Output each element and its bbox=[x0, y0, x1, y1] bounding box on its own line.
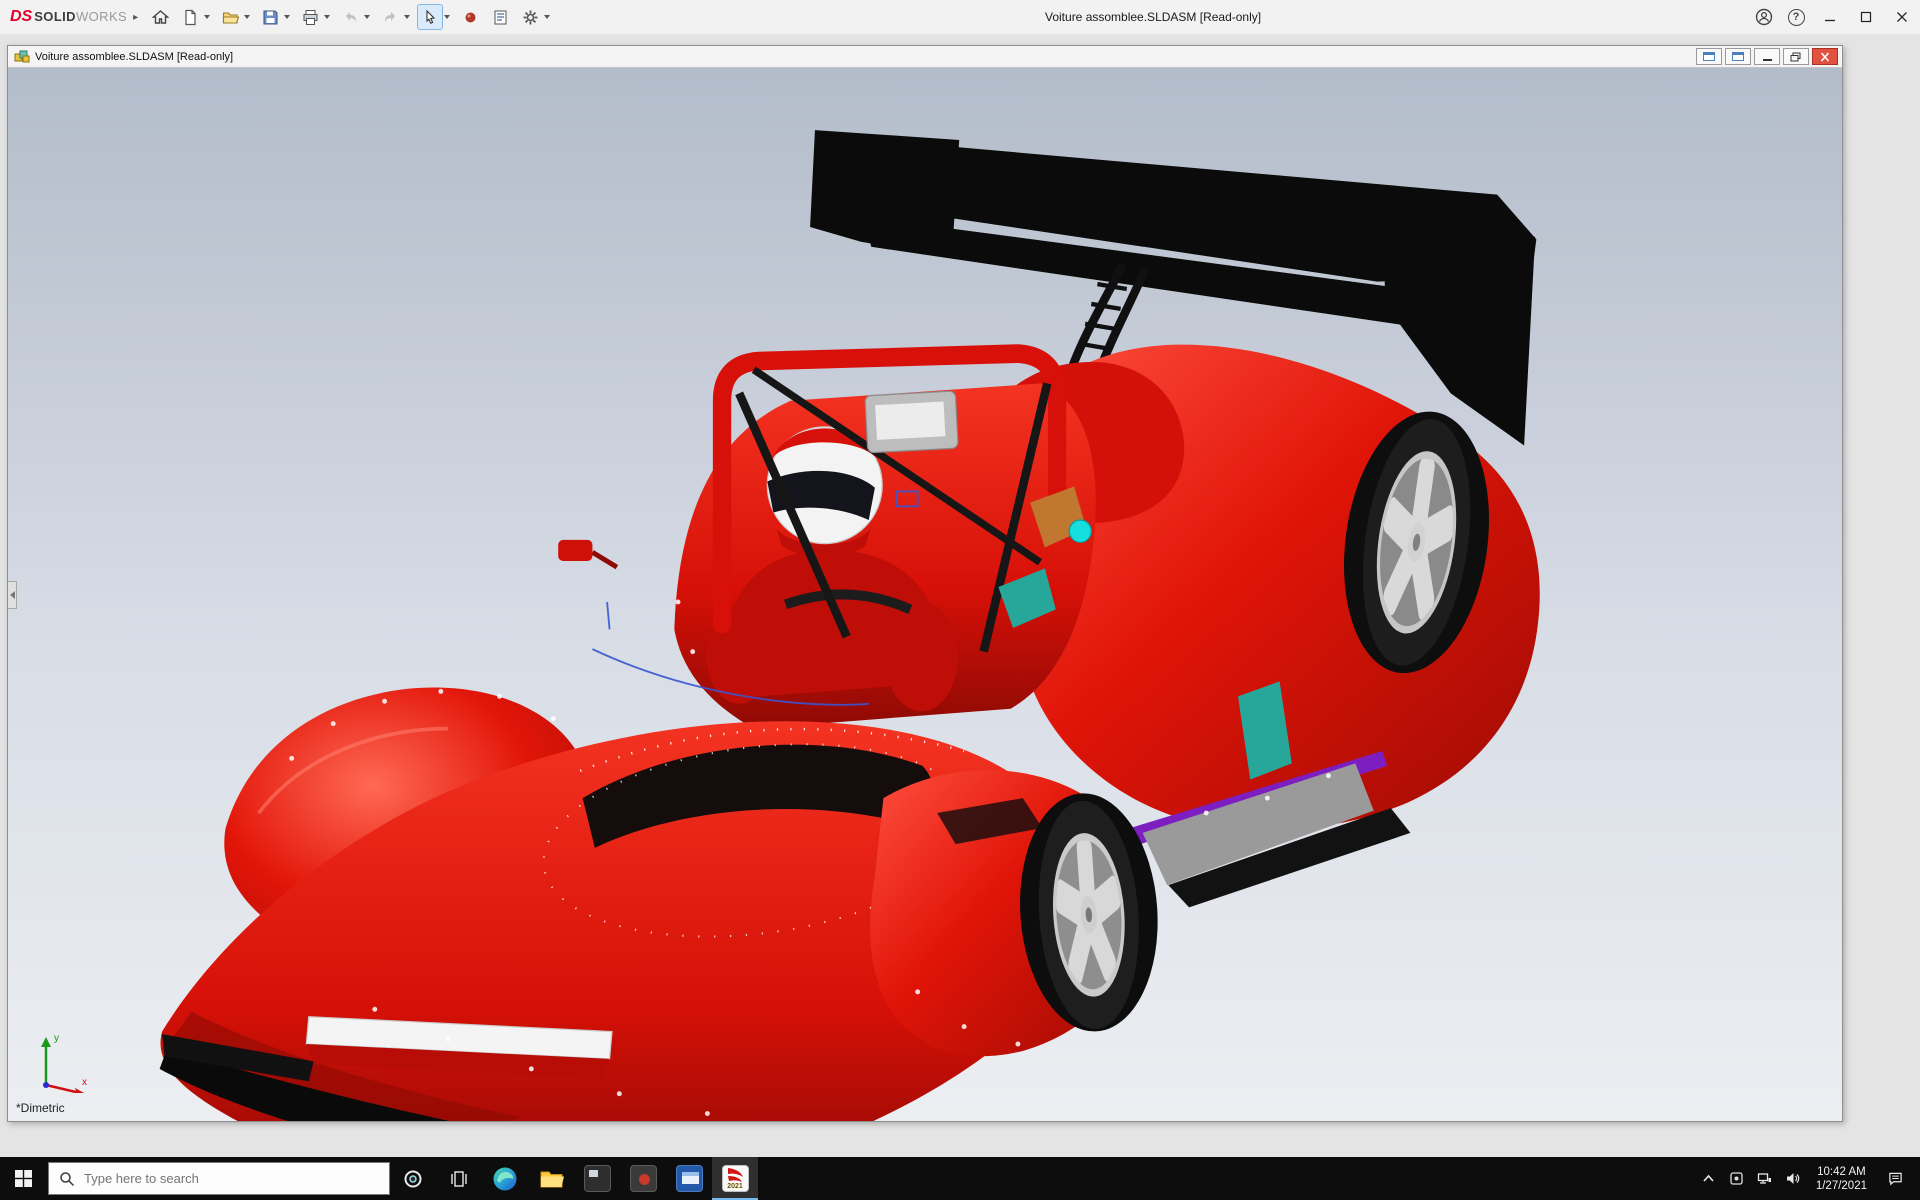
titlebar-controls: ? bbox=[1748, 0, 1920, 34]
solidworks-version-badge: 2021 bbox=[723, 1183, 748, 1191]
menu-expander-icon[interactable]: ▸ bbox=[133, 12, 138, 23]
clock-time: 10:42 AM bbox=[1816, 1165, 1867, 1179]
account-icon[interactable] bbox=[1748, 0, 1780, 34]
new-document-button[interactable] bbox=[178, 5, 202, 29]
volume-icon[interactable] bbox=[1779, 1157, 1807, 1200]
hidden-icons-chevron[interactable] bbox=[1695, 1157, 1723, 1200]
window-layout-button-1[interactable] bbox=[1696, 48, 1722, 65]
save-button[interactable] bbox=[258, 5, 282, 29]
viewport-3d[interactable]: y x *Dimetric bbox=[8, 68, 1842, 1121]
solidworks-app: DS SOLID WORKS ▸ bbox=[0, 0, 1920, 1200]
model-scene[interactable] bbox=[8, 68, 1842, 1121]
home-button[interactable] bbox=[148, 5, 172, 29]
search-icon bbox=[59, 1171, 75, 1187]
redo-button[interactable] bbox=[378, 5, 402, 29]
print-button[interactable] bbox=[298, 5, 322, 29]
doc-restore-button[interactable] bbox=[1783, 48, 1809, 65]
window-layout-button-2[interactable] bbox=[1725, 48, 1751, 65]
cortana-button[interactable] bbox=[390, 1157, 436, 1200]
app-titlebar: DS SOLID WORKS ▸ bbox=[0, 0, 1920, 34]
triad-x-label: x bbox=[82, 1077, 87, 1088]
help-icon[interactable]: ? bbox=[1780, 0, 1812, 34]
document-window: Voiture assomblee.SLDASM [Read-only] bbox=[7, 45, 1843, 1122]
workspace-background: Voiture assomblee.SLDASM [Read-only] bbox=[0, 34, 1920, 1157]
save-dropdown-icon[interactable] bbox=[282, 5, 292, 29]
solidworks-logo: DS SOLID WORKS bbox=[0, 8, 127, 26]
mouse-gesture-icon[interactable] bbox=[458, 5, 482, 29]
taskbar-clock[interactable]: 10:42 AM 1/27/2021 bbox=[1807, 1165, 1876, 1193]
select-dropdown-icon[interactable] bbox=[442, 5, 452, 29]
select-button[interactable] bbox=[418, 5, 442, 29]
undo-dropdown-icon[interactable] bbox=[362, 5, 372, 29]
assembly-icon bbox=[14, 49, 30, 64]
orientation-triad[interactable]: y x bbox=[26, 1027, 96, 1093]
start-button[interactable] bbox=[0, 1157, 46, 1200]
panel-collapse-handle[interactable] bbox=[8, 581, 17, 609]
rearview-mirror bbox=[865, 391, 958, 453]
logo-works-text: WORKS bbox=[76, 9, 127, 24]
quick-access-toolbar bbox=[148, 5, 558, 29]
print-dropdown-icon[interactable] bbox=[322, 5, 332, 29]
document-title: Voiture assomblee.SLDASM [Read-only] bbox=[35, 51, 1693, 63]
options-dropdown-icon[interactable] bbox=[542, 5, 552, 29]
doc-minimize-button[interactable] bbox=[1754, 48, 1780, 65]
task-view-button[interactable] bbox=[436, 1157, 482, 1200]
tray-app-icon[interactable] bbox=[1723, 1157, 1751, 1200]
edge-icon[interactable] bbox=[482, 1157, 528, 1200]
document-titlebar[interactable]: Voiture assomblee.SLDASM [Read-only] bbox=[8, 46, 1842, 68]
new-document-dropdown-icon[interactable] bbox=[202, 5, 212, 29]
taskbar-search[interactable] bbox=[48, 1162, 390, 1195]
open-button[interactable] bbox=[218, 5, 242, 29]
pinned-app-2[interactable] bbox=[620, 1157, 666, 1200]
solidworks-taskbar-icon[interactable]: 2021 bbox=[712, 1157, 758, 1200]
clock-date: 1/27/2021 bbox=[1816, 1179, 1867, 1193]
close-button[interactable] bbox=[1884, 0, 1920, 34]
system-tray: 10:42 AM 1/27/2021 bbox=[1695, 1157, 1920, 1200]
minimize-button[interactable] bbox=[1812, 0, 1848, 34]
ds-logo-icon: DS bbox=[10, 8, 32, 26]
cyan-marker bbox=[1069, 520, 1091, 542]
network-icon[interactable] bbox=[1751, 1157, 1779, 1200]
notifications-icon[interactable] bbox=[1876, 1157, 1914, 1200]
triad-y-label: y bbox=[54, 1033, 59, 1044]
undo-button[interactable] bbox=[338, 5, 362, 29]
pinned-app-3[interactable] bbox=[666, 1157, 712, 1200]
file-explorer-icon[interactable] bbox=[528, 1157, 574, 1200]
options-gear-button[interactable] bbox=[518, 5, 542, 29]
doc-close-button[interactable] bbox=[1812, 48, 1838, 65]
view-orientation-label: *Dimetric bbox=[16, 1101, 65, 1115]
logo-solid-text: SOLID bbox=[34, 9, 76, 24]
open-dropdown-icon[interactable] bbox=[242, 5, 252, 29]
windows-taskbar: 2021 10:42 AM 1/27/2021 bbox=[0, 1157, 1920, 1200]
properties-button[interactable] bbox=[488, 5, 512, 29]
maximize-button[interactable] bbox=[1848, 0, 1884, 34]
redo-dropdown-icon[interactable] bbox=[402, 5, 412, 29]
search-input[interactable] bbox=[84, 1171, 379, 1186]
app-title: Voiture assomblee.SLDASM [Read-only] bbox=[558, 10, 1748, 24]
pinned-app-1[interactable] bbox=[574, 1157, 620, 1200]
